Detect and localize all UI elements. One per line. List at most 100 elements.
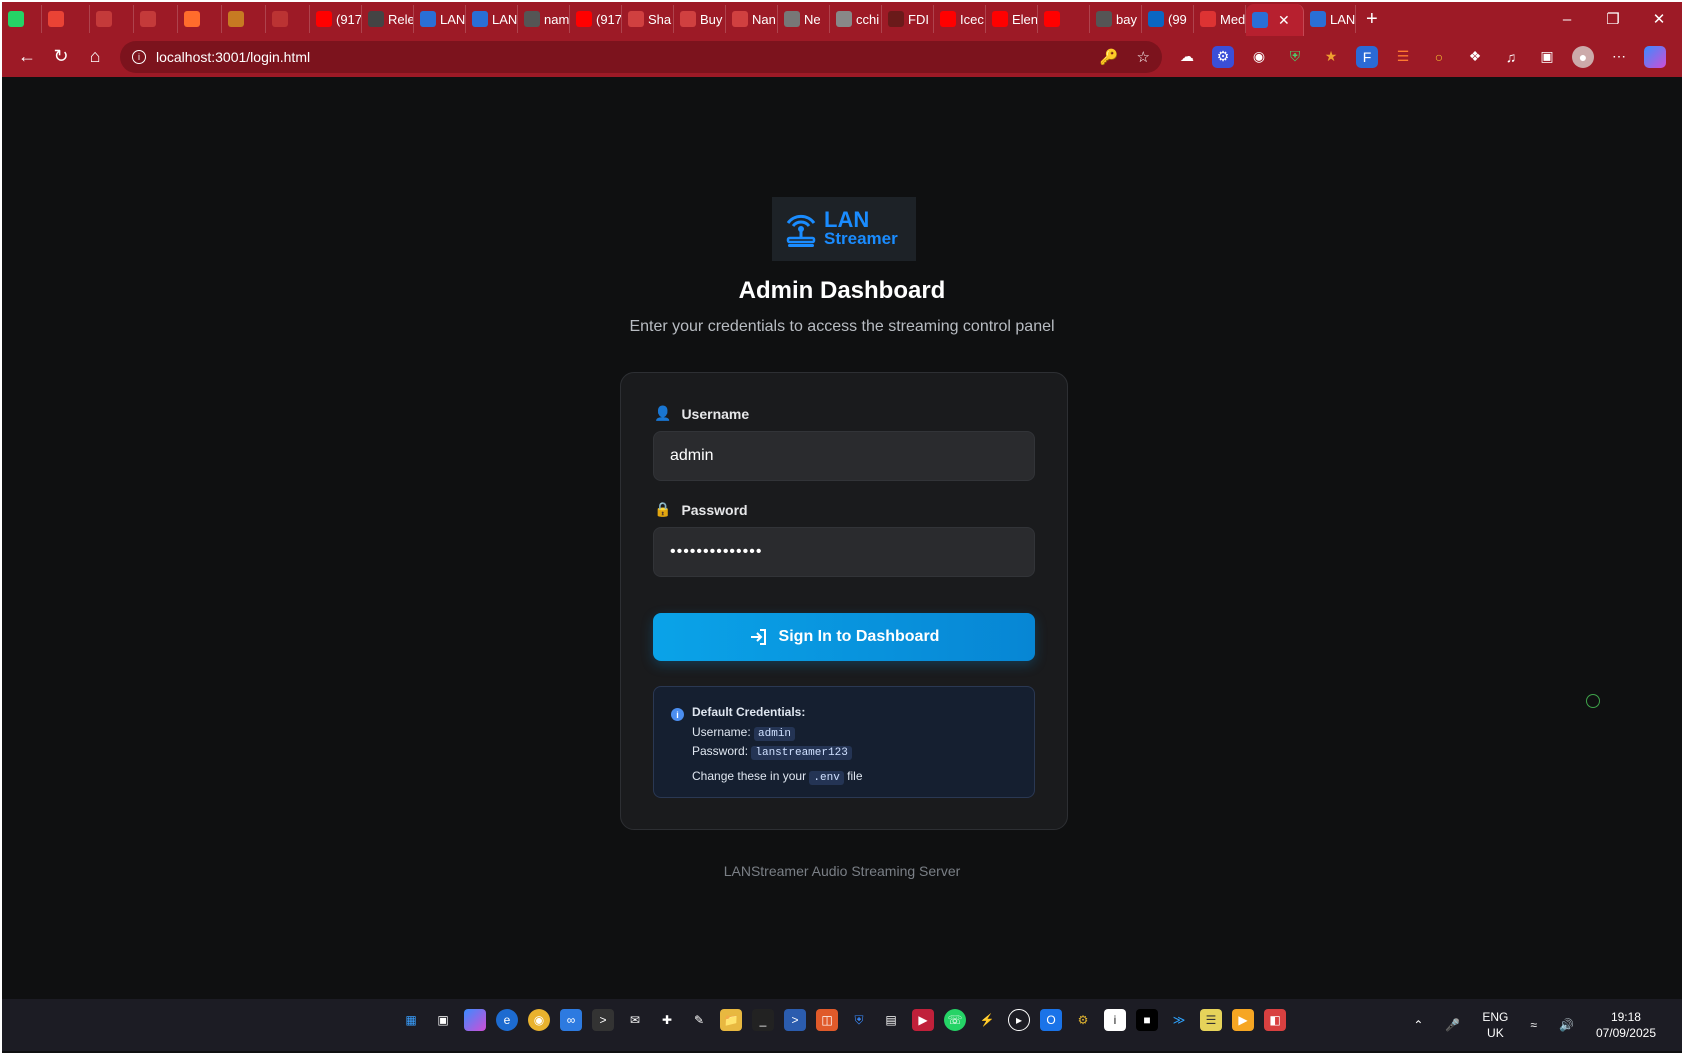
coin-extension-icon[interactable]: ○ bbox=[1428, 46, 1450, 68]
back-icon[interactable]: ← bbox=[10, 40, 44, 74]
browser-tab[interactable]: nam bbox=[518, 5, 570, 33]
star-icon[interactable]: ☆ bbox=[1137, 48, 1150, 66]
media-app-icon[interactable]: ▶ bbox=[912, 1009, 934, 1031]
player-icon[interactable]: ▸ bbox=[1008, 1009, 1030, 1031]
whatsapp-taskbar-icon[interactable]: ☏ bbox=[944, 1009, 966, 1031]
media-icon[interactable]: ♫ bbox=[1500, 46, 1522, 68]
file-explorer-icon[interactable]: 📁 bbox=[720, 1009, 742, 1031]
password-field[interactable]: •••••••••••••• bbox=[653, 527, 1035, 577]
browser-tab[interactable] bbox=[266, 5, 310, 33]
screenshot-icon[interactable]: ▣ bbox=[1536, 46, 1558, 68]
username-field[interactable]: admin bbox=[653, 431, 1035, 481]
cloud-extension-icon[interactable]: ☁ bbox=[1176, 46, 1198, 68]
cmd-icon[interactable]: _ bbox=[752, 1009, 774, 1031]
site-info-icon[interactable]: i bbox=[132, 49, 146, 64]
copilot-icon[interactable] bbox=[1644, 45, 1666, 68]
wifi-icon[interactable]: ≈ bbox=[1530, 1018, 1537, 1032]
address-bar[interactable]: i localhost:3001/login.html 🔑 ☆ bbox=[120, 40, 1162, 73]
close-window-icon[interactable]: ✕ bbox=[1636, 2, 1682, 36]
tab-title: LAN bbox=[492, 11, 518, 27]
browser-tab[interactable]: FDI bbox=[882, 5, 934, 33]
reload-icon[interactable]: ↻ bbox=[44, 40, 78, 74]
language-indicator[interactable]: ENG UK bbox=[1482, 1009, 1508, 1041]
browser-tab[interactable]: Sha bbox=[622, 5, 674, 33]
powershell-icon[interactable]: > bbox=[784, 1009, 806, 1031]
sign-in-button[interactable]: Sign In to Dashboard bbox=[653, 613, 1035, 661]
start-icon[interactable]: ▦ bbox=[400, 1009, 422, 1031]
app-black-icon[interactable]: ■ bbox=[1136, 1009, 1158, 1031]
terminal-icon[interactable]: > bbox=[592, 1009, 614, 1031]
home-icon[interactable]: ⌂ bbox=[78, 40, 112, 74]
tab-title: Med bbox=[1220, 11, 1246, 27]
browser-tab[interactable]: Ne bbox=[778, 5, 830, 33]
more-menu-icon[interactable]: ⋯ bbox=[1608, 46, 1630, 68]
gmail-icon bbox=[48, 11, 64, 27]
browser-tab[interactable]: LAN bbox=[1304, 5, 1356, 33]
browser-tab[interactable]: LAN bbox=[414, 5, 466, 33]
tools-icon[interactable]: ⚙ bbox=[1072, 1009, 1094, 1031]
browser-tab[interactable]: Icec bbox=[934, 5, 986, 33]
settings-extension-icon[interactable]: ⚙ bbox=[1212, 45, 1234, 68]
copilot-taskbar-icon[interactable] bbox=[464, 1009, 486, 1031]
chrome-extension-icon[interactable]: ◉ bbox=[1248, 46, 1270, 68]
vscode-icon[interactable]: ≫ bbox=[1168, 1009, 1190, 1031]
tab-title: FDI bbox=[908, 11, 929, 27]
edge-icon[interactable]: e bbox=[496, 1009, 518, 1031]
browser-tab[interactable]: LAN bbox=[466, 5, 518, 33]
task-view-icon[interactable]: ▣ bbox=[432, 1009, 454, 1031]
browser-tab[interactable] bbox=[178, 5, 222, 33]
browser-tab[interactable]: bay bbox=[1090, 5, 1142, 33]
chevron-up-icon[interactable]: ⌃ bbox=[1413, 1018, 1423, 1032]
shield-extension-icon[interactable]: ⛨ bbox=[1284, 46, 1306, 68]
browser-tab[interactable]: (917 bbox=[310, 5, 362, 33]
clock[interactable]: 19:18 07/09/2025 bbox=[1596, 1009, 1656, 1041]
info-app-icon[interactable]: i bbox=[1104, 1009, 1126, 1031]
chrome-icon[interactable]: ◉ bbox=[528, 1009, 550, 1031]
winamp-icon[interactable]: ⚡ bbox=[976, 1009, 998, 1031]
browser-tab[interactable] bbox=[222, 5, 266, 33]
wifi-tower-icon bbox=[786, 214, 816, 247]
new-tab-button[interactable]: + bbox=[1356, 8, 1388, 31]
default-credentials-notice: i Default Credentials: Username: admin P… bbox=[653, 686, 1035, 798]
video-app-icon[interactable]: ▶ bbox=[1232, 1009, 1254, 1031]
office-app-icon[interactable]: ◧ bbox=[1264, 1009, 1286, 1031]
wikipedia-icon bbox=[784, 11, 800, 27]
browser-tab[interactable]: Nan bbox=[726, 5, 778, 33]
chat-icon[interactable]: ✉ bbox=[624, 1009, 646, 1031]
microphone-icon[interactable]: 🎤 bbox=[1445, 1018, 1460, 1032]
notes-icon[interactable]: ✎ bbox=[688, 1009, 710, 1031]
outlook-icon[interactable]: O bbox=[1040, 1009, 1062, 1031]
badge-extension-icon[interactable]: ★ bbox=[1320, 46, 1342, 68]
plus-app-icon[interactable]: ✚ bbox=[656, 1009, 678, 1031]
browser-tab[interactable] bbox=[1038, 5, 1090, 33]
whatsapp-icon bbox=[8, 11, 24, 27]
browser-tab[interactable]: (99 bbox=[1142, 5, 1194, 33]
browser-tab[interactable]: Buy bbox=[674, 5, 726, 33]
notice-heading: Default Credentials: bbox=[692, 705, 806, 719]
close-tab-icon[interactable]: ✕ bbox=[1278, 12, 1290, 29]
key-icon[interactable]: 🔑 bbox=[1100, 48, 1119, 66]
browser-tab[interactable] bbox=[90, 5, 134, 33]
browser-tab[interactable]: (917 bbox=[570, 5, 622, 33]
meta-icon[interactable]: ∞ bbox=[560, 1009, 582, 1031]
browser-tab[interactable] bbox=[2, 5, 42, 33]
avatar[interactable]: ● bbox=[1572, 45, 1594, 68]
puzzle-icon[interactable]: ❖ bbox=[1464, 46, 1486, 68]
browser-tab[interactable] bbox=[134, 5, 178, 33]
minimize-icon[interactable]: – bbox=[1544, 2, 1590, 36]
browser-tab[interactable] bbox=[42, 5, 90, 33]
browser-tab[interactable]: Elen bbox=[986, 5, 1038, 33]
layers-extension-icon[interactable]: ☰ bbox=[1392, 46, 1414, 68]
youtube-icon bbox=[316, 11, 332, 27]
form-extension-icon[interactable]: F bbox=[1356, 45, 1378, 68]
notepad-icon[interactable]: ☰ bbox=[1200, 1009, 1222, 1031]
docs-icon[interactable]: ◫ bbox=[816, 1009, 838, 1031]
browser-tab[interactable]: Rele bbox=[362, 5, 414, 33]
volume-icon[interactable]: 🔊 bbox=[1559, 1018, 1574, 1032]
remote-icon[interactable]: ▤ bbox=[880, 1009, 902, 1031]
browser-tab[interactable]: ✕ bbox=[1246, 4, 1304, 36]
defender-icon[interactable]: ⛨ bbox=[848, 1009, 870, 1031]
restore-icon[interactable]: ❐ bbox=[1590, 2, 1636, 36]
browser-tab[interactable]: cchi bbox=[830, 5, 882, 33]
browser-tab[interactable]: Med bbox=[1194, 5, 1246, 33]
